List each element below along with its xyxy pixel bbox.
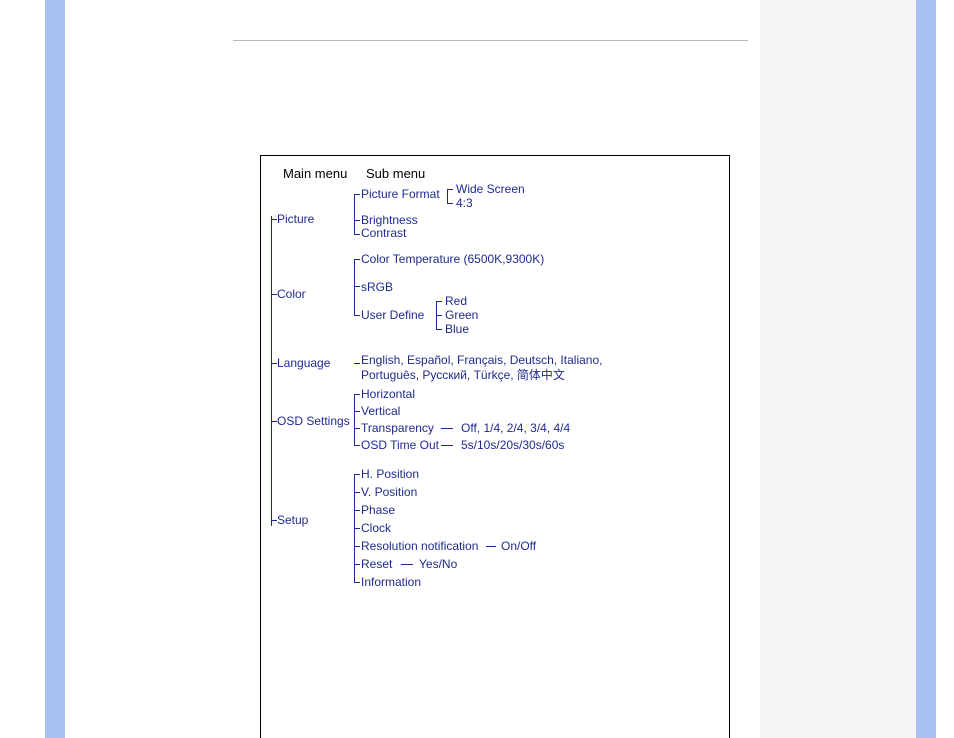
tree-tick: [354, 492, 360, 493]
opt-blue: Blue: [445, 322, 469, 336]
main-item-language: Language: [277, 356, 330, 370]
tree-tick: [354, 234, 360, 235]
page-gutter-right: [916, 0, 936, 738]
tree-tick: [354, 428, 360, 429]
tree-tick: [354, 564, 360, 565]
tree-root-line: [271, 216, 272, 526]
sub-picture-format: Picture Format: [361, 187, 440, 201]
sub-osd-vertical: Vertical: [361, 404, 400, 418]
sub-language-values: English, Español, Français, Deutsch, Ita…: [361, 353, 661, 383]
tree-tick: [354, 363, 360, 364]
osd-menu-diagram: Main menu Sub menu Picture Color Languag…: [260, 155, 730, 738]
sub-reset: Reset: [361, 557, 392, 571]
tree-line: [447, 189, 448, 203]
tree-tick: [436, 329, 442, 330]
header-main-menu: Main menu: [283, 166, 347, 181]
tree-tick: [436, 315, 442, 316]
sub-user-define: User Define: [361, 308, 424, 322]
tree-dash: [441, 445, 453, 446]
header-sub-menu: Sub menu: [366, 166, 425, 181]
sub-information: Information: [361, 575, 421, 589]
main-item-setup: Setup: [277, 513, 308, 527]
tree-tick: [447, 203, 453, 204]
sub-brightness: Brightness: [361, 213, 418, 227]
tree-dash: [486, 546, 496, 547]
sub-h-position: H. Position: [361, 467, 419, 481]
tree-line: [354, 259, 355, 315]
main-item-color: Color: [277, 287, 306, 301]
sub-clock: Clock: [361, 521, 391, 535]
main-item-picture: Picture: [277, 212, 314, 226]
tree-tick: [354, 259, 360, 260]
tree-dash: [401, 564, 413, 565]
tree-tick: [354, 546, 360, 547]
val-reset: Yes/No: [419, 557, 457, 571]
tree-tick: [436, 301, 442, 302]
tree-line: [354, 194, 355, 234]
sub-osd-timeout: OSD Time Out: [361, 438, 439, 452]
sub-phase: Phase: [361, 503, 395, 517]
page-gutter-left: [45, 0, 65, 738]
tree-tick: [354, 582, 360, 583]
sub-osd-transparency: Transparency: [361, 421, 434, 435]
tree-tick: [354, 394, 360, 395]
opt-four-three: 4:3: [456, 196, 473, 210]
opt-green: Green: [445, 308, 478, 322]
val-osd-timeout: 5s/10s/20s/30s/60s: [461, 438, 564, 452]
sub-resolution-notification: Resolution notification: [361, 539, 478, 553]
tree-line: [354, 394, 355, 445]
tree-tick: [354, 528, 360, 529]
opt-wide-screen: Wide Screen: [456, 182, 525, 196]
tree-tick: [354, 220, 360, 221]
tree-tick: [354, 445, 360, 446]
tree-tick: [354, 411, 360, 412]
tree-tick: [354, 194, 360, 195]
page-background: Main menu Sub menu Picture Color Languag…: [65, 0, 916, 738]
main-item-osd-settings: OSD Settings: [277, 414, 350, 428]
tree-tick: [447, 189, 453, 190]
opt-red: Red: [445, 294, 467, 308]
tree-dash: [441, 428, 453, 429]
tree-tick: [354, 510, 360, 511]
sub-v-position: V. Position: [361, 485, 417, 499]
sub-osd-horizontal: Horizontal: [361, 387, 415, 401]
sub-srgb: sRGB: [361, 280, 393, 294]
val-resolution-notification: On/Off: [501, 539, 536, 553]
tree-tick: [354, 474, 360, 475]
tree-tick: [354, 286, 360, 287]
tree-tick: [354, 315, 360, 316]
val-osd-transparency: Off, 1/4, 2/4, 3/4, 4/4: [461, 421, 570, 435]
sub-contrast: Contrast: [361, 226, 406, 240]
sub-color-temperature: Color Temperature (6500K,9300K): [361, 252, 544, 266]
document-page: Main menu Sub menu Picture Color Languag…: [65, 0, 760, 738]
divider-line: [233, 40, 748, 41]
